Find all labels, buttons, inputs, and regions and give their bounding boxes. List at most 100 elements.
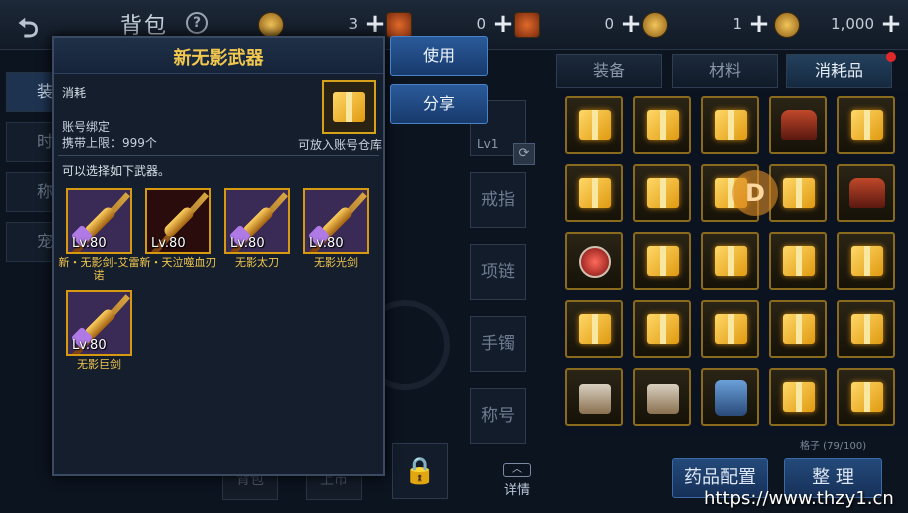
scroll-icon bbox=[386, 12, 412, 38]
inventory-slot[interactable] bbox=[837, 96, 895, 154]
equip-slot-ring[interactable]: 戒指 bbox=[470, 172, 526, 228]
gift-box-icon bbox=[783, 382, 815, 412]
inventory-slot[interactable] bbox=[701, 232, 759, 290]
currency-value: 3 bbox=[348, 15, 358, 33]
add-ticket-button[interactable]: + bbox=[618, 10, 644, 40]
weapon-name: 无影光剑 bbox=[314, 256, 358, 269]
gift-box-icon bbox=[647, 314, 679, 344]
currency-value: 1 bbox=[732, 15, 742, 33]
item-detail-popup: 新无影武器 消耗 账号绑定 携带上限：999个 可放入账号仓库 可以选择如下武器… bbox=[52, 36, 385, 476]
item-store-info: 可放入账号仓库 bbox=[297, 138, 382, 152]
gift-box-icon bbox=[579, 178, 611, 208]
gold-coin-icon bbox=[258, 12, 284, 38]
gift-box-icon bbox=[647, 110, 679, 140]
inventory-slot[interactable] bbox=[633, 96, 691, 154]
left-tab-title[interactable]: 称 bbox=[6, 172, 56, 212]
weapon-level: Lv.80 bbox=[309, 236, 344, 251]
weapon-icon-box: Lv.80 bbox=[224, 188, 290, 254]
bronze-coin-icon bbox=[642, 12, 668, 38]
equip-slot-necklace[interactable]: 项链 bbox=[470, 244, 526, 300]
inventory-slot[interactable] bbox=[701, 368, 759, 426]
use-button[interactable]: 使用 bbox=[390, 36, 488, 76]
left-tab-pet[interactable]: 宠 bbox=[6, 222, 56, 262]
inventory-slot[interactable] bbox=[837, 164, 895, 222]
add-scroll-button[interactable]: + bbox=[490, 10, 516, 40]
left-tab-fashion[interactable]: 时 bbox=[6, 122, 56, 162]
lock-icon[interactable]: 🔒 bbox=[392, 443, 448, 499]
gift-box-icon bbox=[783, 246, 815, 276]
inventory-slot[interactable] bbox=[565, 164, 623, 222]
weapon-icon-box: Lv.80 bbox=[66, 188, 132, 254]
tab-materials[interactable]: 材料 bbox=[672, 54, 778, 88]
red-orb-icon bbox=[579, 246, 611, 278]
currency-value: 1,000 bbox=[831, 15, 874, 33]
inventory-slot[interactable] bbox=[837, 368, 895, 426]
weapon-icon-box: Lv.80 bbox=[66, 290, 132, 356]
equip-slot-bracelet[interactable]: 手镯 bbox=[470, 316, 526, 372]
equip-slot-title[interactable]: 称号 bbox=[470, 388, 526, 444]
currency-ticket: 0 + bbox=[514, 10, 644, 40]
ticket-icon bbox=[514, 12, 540, 38]
chevron-up-icon: ︿ bbox=[503, 463, 531, 477]
inventory-slot[interactable] bbox=[769, 96, 827, 154]
inventory-tabs: 装备 材料 消耗品 bbox=[556, 52, 908, 88]
gold-ingot-icon bbox=[774, 12, 800, 38]
gift-box-icon bbox=[851, 110, 883, 140]
gift-box-icon bbox=[333, 92, 365, 122]
inventory-slot[interactable] bbox=[565, 232, 623, 290]
currency-value: 0 bbox=[476, 15, 486, 33]
inventory-slot[interactable] bbox=[565, 96, 623, 154]
inventory-capacity: 格子 (79/100) bbox=[800, 441, 867, 452]
weapon-name: 新・无影剑-艾雷诺 bbox=[58, 256, 140, 282]
inventory-slot[interactable] bbox=[633, 300, 691, 358]
inventory-slot[interactable] bbox=[701, 96, 759, 154]
gift-box-icon bbox=[783, 314, 815, 344]
gift-box-icon bbox=[647, 246, 679, 276]
inventory-slot[interactable] bbox=[769, 368, 827, 426]
inventory-slot[interactable] bbox=[565, 368, 623, 426]
weapon-icon-box: Lv.80 bbox=[303, 188, 369, 254]
currency-bronze-coin: 1 + bbox=[642, 10, 772, 40]
gift-box-icon bbox=[851, 382, 883, 412]
weapon-level: Lv.80 bbox=[72, 338, 107, 353]
weapon-name: 新・天泣噬血刃 bbox=[139, 256, 217, 269]
inventory-slot[interactable] bbox=[701, 300, 759, 358]
divider bbox=[58, 155, 379, 156]
blue-armor-icon bbox=[715, 380, 747, 416]
inventory-slot[interactable] bbox=[769, 232, 827, 290]
inventory-slot[interactable] bbox=[633, 164, 691, 222]
left-tab-equipment[interactable]: 装 bbox=[6, 72, 56, 112]
detail-label: 详情 bbox=[503, 483, 530, 498]
gift-box-icon bbox=[715, 246, 747, 276]
inventory-slot[interactable] bbox=[837, 232, 895, 290]
weapon-level: Lv.80 bbox=[151, 236, 186, 251]
share-button[interactable]: 分享 bbox=[390, 84, 488, 124]
refresh-icon[interactable]: ⟳ bbox=[513, 143, 535, 165]
weapon-level: Lv.80 bbox=[72, 236, 107, 251]
floating-d-button[interactable]: D bbox=[732, 170, 778, 216]
add-gold-ingot-button[interactable]: + bbox=[878, 10, 904, 40]
tab-equipment[interactable]: 装备 bbox=[556, 54, 662, 88]
inventory-slot[interactable] bbox=[769, 300, 827, 358]
treasure-bag-icon bbox=[781, 110, 817, 140]
item-bind-status: 账号绑定 bbox=[62, 120, 111, 134]
inventory-slot[interactable] bbox=[565, 300, 623, 358]
sword-guard bbox=[162, 205, 196, 239]
item-type: 消耗 bbox=[62, 86, 87, 100]
gift-box-icon bbox=[783, 178, 815, 208]
equip-slot-level: Lv1 bbox=[477, 137, 499, 151]
popup-title: 新无影武器 bbox=[173, 48, 264, 69]
inventory-slot[interactable] bbox=[633, 368, 691, 426]
detail-button[interactable]: ︿ 详情 bbox=[500, 463, 534, 498]
help-icon[interactable]: ? bbox=[186, 12, 208, 34]
weapon-level: Lv.80 bbox=[230, 236, 265, 251]
currency-gold-ingot: 1,000 + bbox=[774, 10, 904, 40]
tab-consumables[interactable]: 消耗品 bbox=[786, 54, 892, 88]
popup-header: 新无影武器 bbox=[54, 38, 383, 74]
treasure-chest-icon bbox=[849, 178, 885, 208]
gift-box-icon bbox=[851, 314, 883, 344]
inventory-slot[interactable] bbox=[837, 300, 895, 358]
watermark: https://www.thzy1.cn bbox=[704, 488, 894, 509]
inventory-slot[interactable] bbox=[633, 232, 691, 290]
add-bronze-coin-button[interactable]: + bbox=[746, 10, 772, 40]
